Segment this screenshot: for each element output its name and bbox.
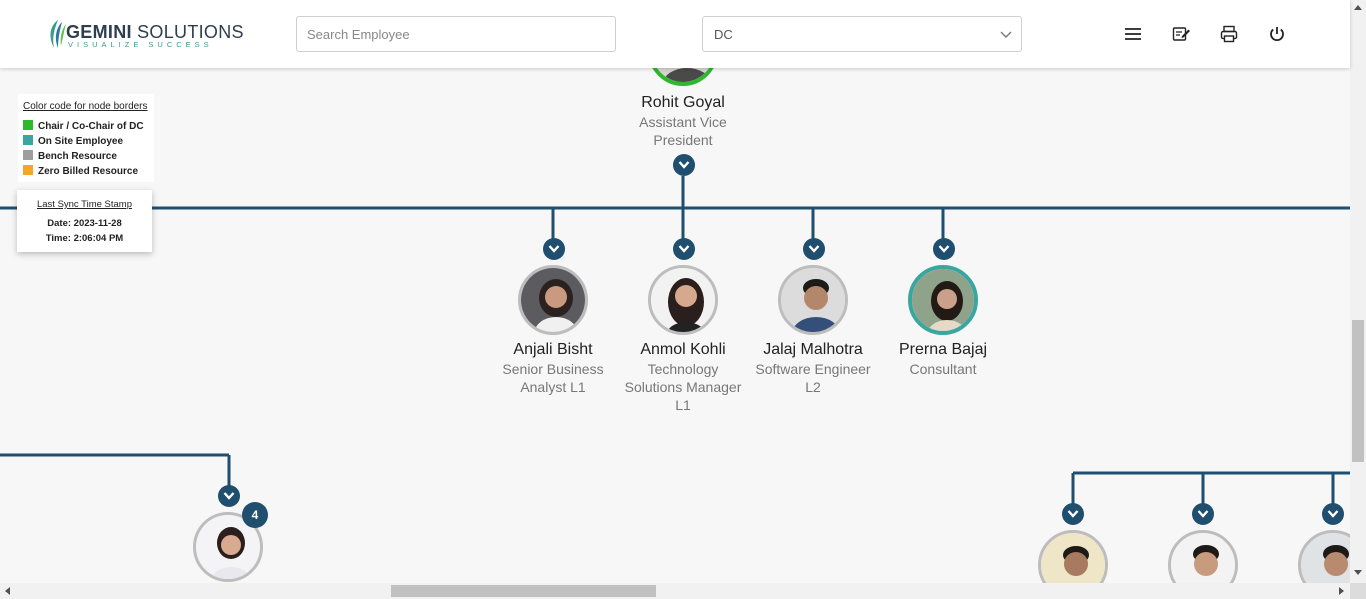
last-sync-timestamp-card: Last Sync Time Stamp Date: 2023-11-28 Ti… (17, 190, 152, 252)
employee-name: Anmol Kohli (640, 341, 726, 358)
employee-photo (1171, 533, 1235, 583)
expand-toggle-button[interactable] (218, 485, 240, 507)
legend-swatch (23, 165, 33, 175)
expand-toggle-button[interactable] (803, 238, 825, 260)
top-navbar: GEMINI SOLUTIONS VISUALIZE SUCCESS DC (0, 0, 1350, 68)
employee-name: Rohit Goyal (641, 94, 725, 111)
power-icon[interactable] (1267, 24, 1287, 44)
chevron-down-icon (1197, 510, 1209, 518)
horizontal-scrollbar[interactable] (0, 583, 1350, 599)
avatar (518, 265, 588, 335)
avatar (908, 265, 978, 335)
expand-toggle-button[interactable] (1322, 503, 1344, 525)
employee-title: Consultant (909, 361, 977, 377)
chevron-down-icon (1327, 510, 1339, 518)
logo-tagline: VISUALIZE SUCCESS (68, 40, 213, 49)
employee-title: Assistant Vice President (639, 114, 727, 148)
department-select-value: DC (714, 27, 733, 42)
scroll-right-arrow-icon[interactable] (1339, 587, 1344, 595)
expand-toggle-button[interactable] (933, 238, 955, 260)
employee-title: Software Engineer L2 (755, 361, 871, 395)
menu-icon[interactable] (1123, 24, 1143, 44)
legend-item-on-site: On Site Employee (23, 135, 123, 147)
sync-time: Time: 2:06:04 PM (45, 233, 124, 244)
legend-item-bench: Bench Resource (23, 150, 117, 162)
avatar (778, 265, 848, 335)
leaf-logo-icon (50, 20, 66, 48)
employee-name: Jalaj Malhotra (763, 341, 863, 358)
chevron-down-icon (1067, 510, 1079, 518)
scroll-up-arrow-icon[interactable] (1354, 5, 1362, 10)
employee-name: Prerna Bajaj (898, 341, 988, 358)
sync-title: Last Sync Time Stamp (36, 199, 133, 210)
legend-item-chair: Chair / Co-Chair of DC (23, 120, 144, 132)
employee-photo (1041, 533, 1105, 583)
legend-title: Color code for node borders (23, 101, 148, 112)
legend-swatch (23, 150, 33, 160)
direct-reports-count-badge: 4 (242, 502, 268, 528)
employee-title: Senior Business Analyst L1 (502, 361, 604, 395)
legend-item-zero-billed: Zero Billed Resource (23, 165, 138, 177)
org-chart-canvas[interactable]: Rohit Goyal Assistant Vice President Anja… (0, 68, 1350, 583)
gemini-solutions-logo[interactable]: GEMINI SOLUTIONS VISUALIZE SUCCESS (46, 18, 244, 52)
expand-toggle-button[interactable] (673, 238, 695, 260)
employee-title: Technology Solutions Manager L1 (624, 361, 742, 413)
search-employee-input[interactable] (296, 16, 616, 52)
scroll-down-arrow-icon[interactable] (1354, 570, 1362, 575)
chevron-down-icon (808, 245, 820, 253)
employee-photo (1301, 533, 1350, 583)
scroll-left-arrow-icon[interactable] (5, 587, 10, 595)
vertical-scroll-thumb[interactable] (1352, 320, 1364, 462)
employee-name: Anjali Bisht (513, 341, 593, 358)
node-border-color-legend: Color code for node borders Chair / Co-C… (18, 94, 154, 182)
expand-toggle-button[interactable] (543, 238, 565, 260)
expand-toggle-button[interactable] (1192, 503, 1214, 525)
chevron-down-icon (1000, 31, 1012, 38)
chevron-down-icon (548, 245, 560, 253)
legend-swatch (23, 120, 33, 130)
legend-swatch (23, 135, 33, 145)
edit-note-icon[interactable] (1171, 24, 1191, 44)
department-select[interactable]: DC (702, 16, 1022, 52)
horizontal-scroll-thumb[interactable] (391, 585, 656, 597)
avatar (648, 265, 718, 335)
chevron-down-icon (223, 492, 235, 500)
chevron-down-icon (678, 161, 690, 169)
chevron-down-icon (678, 245, 690, 253)
chevron-down-icon (938, 245, 950, 253)
scrollbar-corner (1350, 583, 1366, 599)
print-icon[interactable] (1219, 24, 1239, 44)
vertical-scrollbar[interactable] (1350, 0, 1366, 583)
collapse-toggle-button[interactable] (673, 154, 695, 176)
sync-date: Date: 2023-11-28 (47, 218, 122, 229)
expand-toggle-button[interactable] (1062, 503, 1084, 525)
